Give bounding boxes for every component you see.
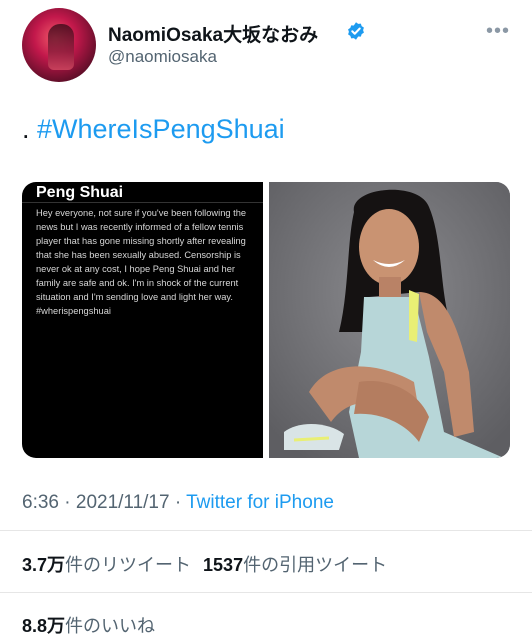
retweet-stats: 3.7万件のリツイート 1537件の引用ツイート <box>22 551 387 577</box>
tweet-time[interactable]: 6:36 <box>22 492 59 513</box>
divider-2 <box>0 592 532 593</box>
user-handle[interactable]: @naomiosaka <box>108 47 217 67</box>
quotes-link[interactable]: 1537件の引用ツイート <box>203 555 387 575</box>
likes-count: 8.8万 <box>22 616 66 636</box>
tweet-prefix: . <box>22 114 38 144</box>
tweet-media[interactable]: Peng Shuai Hey everyone, not sure if you… <box>22 182 510 458</box>
likes-stat[interactable]: 8.8万件のいいね <box>22 612 155 638</box>
hashtag-link[interactable]: #WhereIsPengShuai <box>37 114 285 144</box>
display-name[interactable]: NaomiOsaka大坂なおみ <box>108 20 318 47</box>
more-options-icon[interactable]: ••• <box>486 20 510 43</box>
tweet-source-link[interactable]: Twitter for iPhone <box>186 492 334 513</box>
media-photo-image[interactable] <box>269 182 510 458</box>
retweets-link[interactable]: 3.7万件のリツイート <box>22 555 191 575</box>
quotes-count: 1537 <box>203 555 244 575</box>
screenshot-body: Hey everyone, not sure if you've been fo… <box>36 208 247 316</box>
verified-badge-icon <box>348 22 364 40</box>
screenshot-title: Peng Shuai <box>36 184 124 201</box>
tweet-text: . #WhereIsPengShuai <box>22 114 285 145</box>
tweet-date[interactable]: 2021/11/17 <box>76 492 170 513</box>
separator: · <box>58 492 76 513</box>
separator-2: · <box>169 492 187 513</box>
divider <box>0 530 532 531</box>
likes-label: 件のいいね <box>65 616 156 636</box>
avatar[interactable] <box>22 8 96 82</box>
tweet-timestamp: 6:36 · 2021/11/17 · Twitter for iPhone <box>22 492 334 514</box>
screenshot-divider <box>22 202 263 203</box>
retweets-label: 件のリツイート <box>65 555 192 575</box>
avatar-figure <box>48 24 74 70</box>
media-screenshot-image[interactable]: Peng Shuai Hey everyone, not sure if you… <box>22 182 263 458</box>
retweets-count: 3.7万 <box>22 555 66 575</box>
tweet-header: NaomiOsaka大坂なおみ @naomiosaka ••• <box>0 0 532 90</box>
quotes-label: 件の引用ツイート <box>243 555 388 575</box>
photo-of-tennis-player-icon <box>269 182 510 458</box>
